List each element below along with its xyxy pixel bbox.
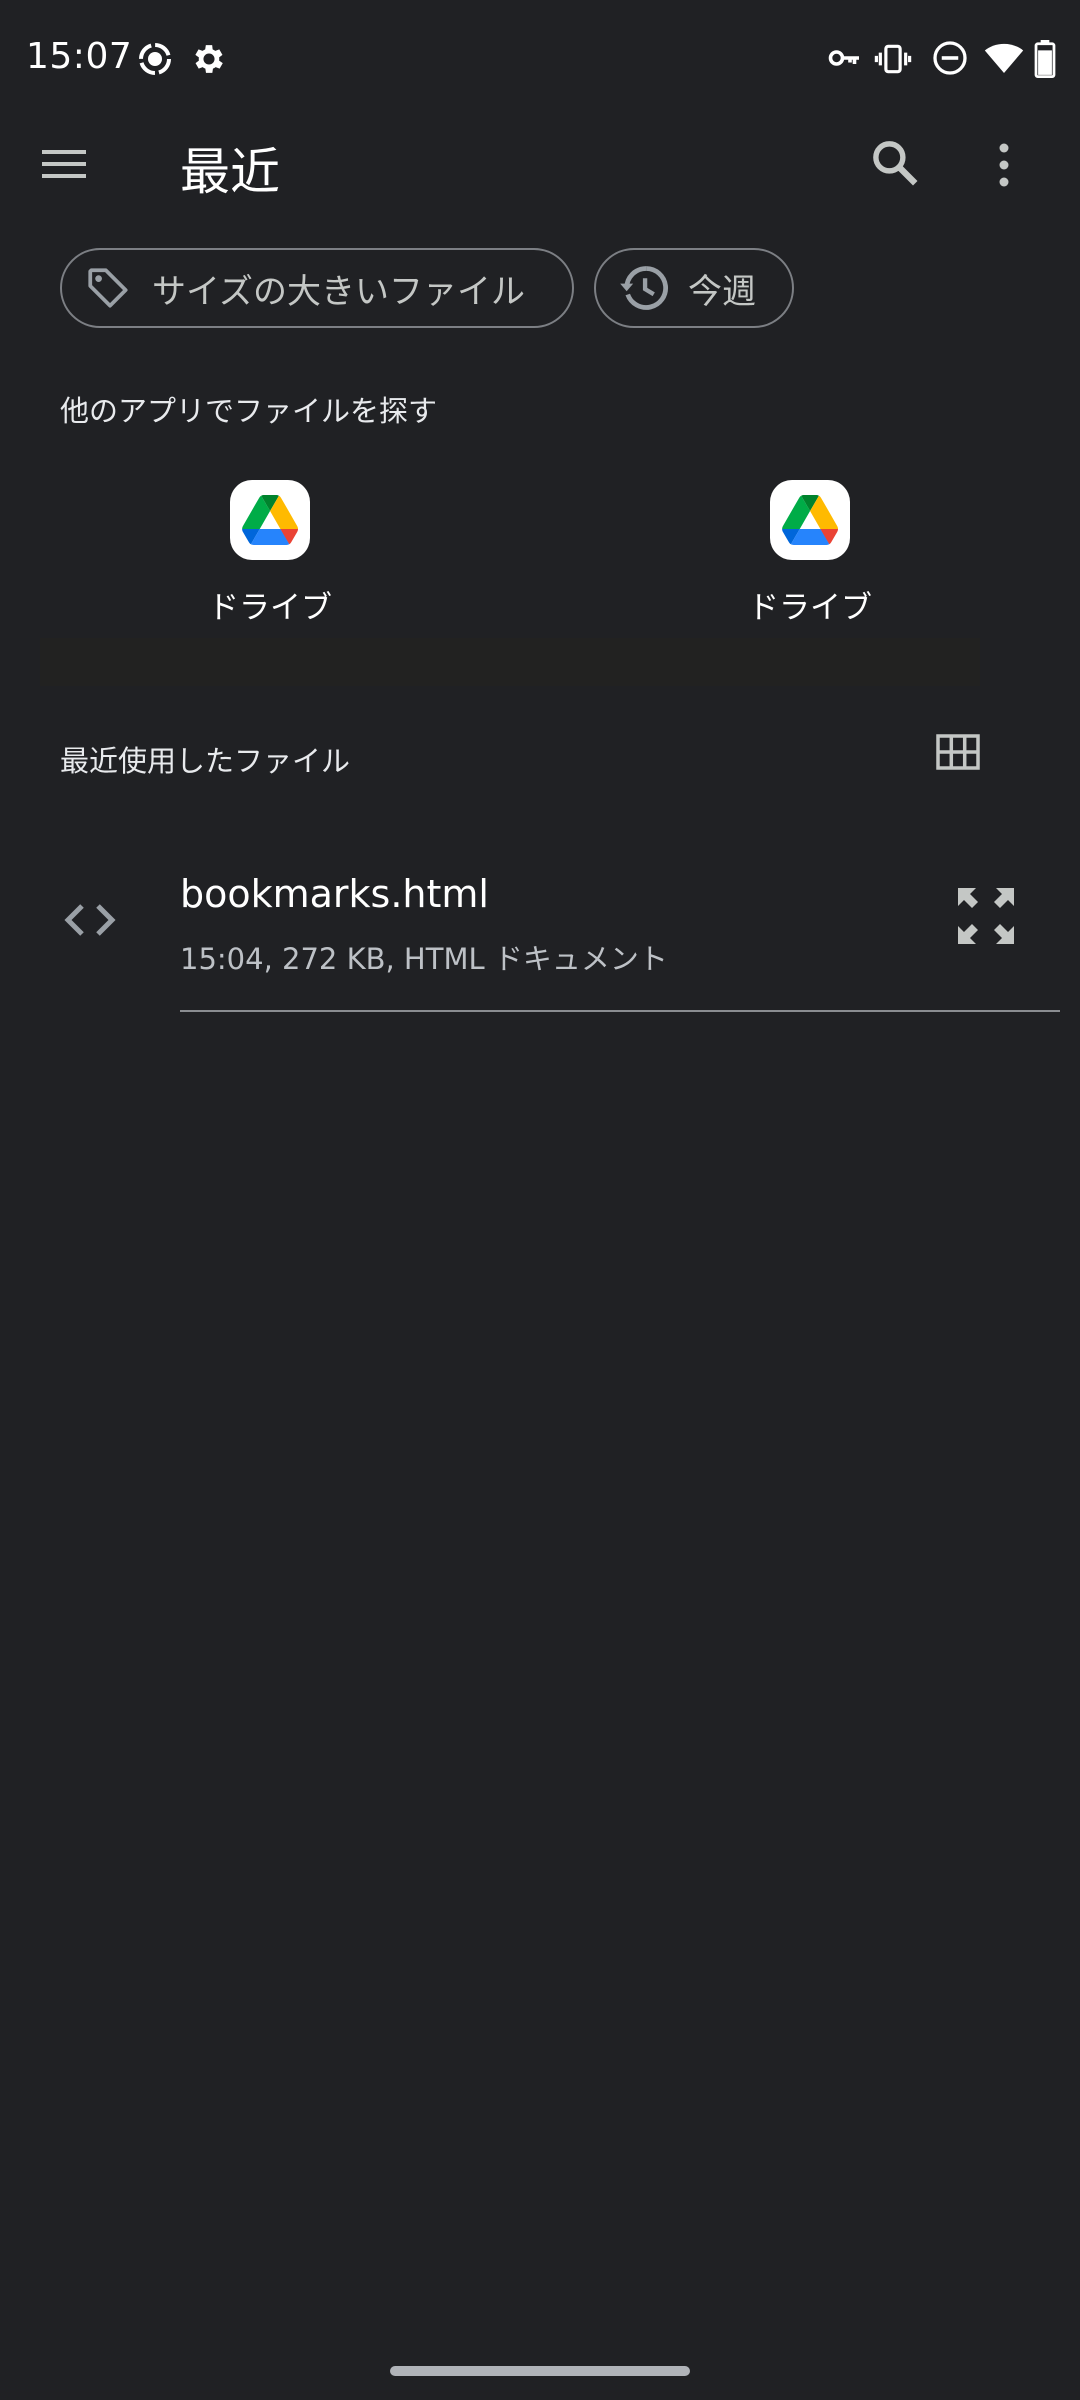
do-not-disturb-icon <box>932 40 968 80</box>
recent-files-heading: 最近使用したファイル <box>60 744 351 778</box>
chip-label: サイズの大きいファイル <box>152 271 525 312</box>
page-title: 最近 <box>180 143 280 201</box>
app-label: ドライブ <box>748 590 872 626</box>
vpn-key-icon <box>826 40 862 80</box>
screen-record-icon <box>136 40 174 82</box>
app-bar: 最近 <box>0 120 1080 210</box>
file-meta: 15:04, 272 KB, HTML ドキュメント <box>180 942 668 976</box>
file-row[interactable]: bookmarks.html 15:04, 272 KB, HTML ドキュメン… <box>0 850 1080 1010</box>
other-apps-heading: 他のアプリでファイルを探す <box>60 394 438 428</box>
battery-icon <box>1034 40 1056 82</box>
drive-app-tile[interactable]: ドライブ <box>690 480 930 640</box>
more-vert-icon[interactable] <box>994 140 1034 200</box>
drive-app-tile[interactable]: ドライブ <box>150 480 390 640</box>
large-files-chip[interactable]: サイズの大きいファイル <box>60 248 574 328</box>
search-icon[interactable] <box>868 136 928 196</box>
history-icon <box>618 262 670 314</box>
tag-icon <box>84 263 134 313</box>
menu-icon[interactable] <box>40 144 100 194</box>
chip-label: 今週 <box>688 271 756 312</box>
row-divider <box>180 1010 1060 1012</box>
status-bar: 15:07 <box>0 0 1080 120</box>
google-drive-icon <box>770 480 850 560</box>
code-icon <box>62 900 118 944</box>
status-time: 15:07 <box>26 36 133 77</box>
wifi-icon <box>984 40 1024 80</box>
vibrate-icon <box>874 40 912 82</box>
file-name: bookmarks.html <box>180 872 489 916</box>
app-label: ドライブ <box>208 590 332 626</box>
grid-view-icon[interactable] <box>936 734 986 778</box>
gesture-nav-bar[interactable] <box>390 2366 690 2376</box>
settings-icon <box>190 40 228 82</box>
expand-icon[interactable] <box>956 886 1022 952</box>
section-divider <box>40 638 980 686</box>
this-week-chip[interactable]: 今週 <box>594 248 794 328</box>
google-drive-icon <box>230 480 310 560</box>
